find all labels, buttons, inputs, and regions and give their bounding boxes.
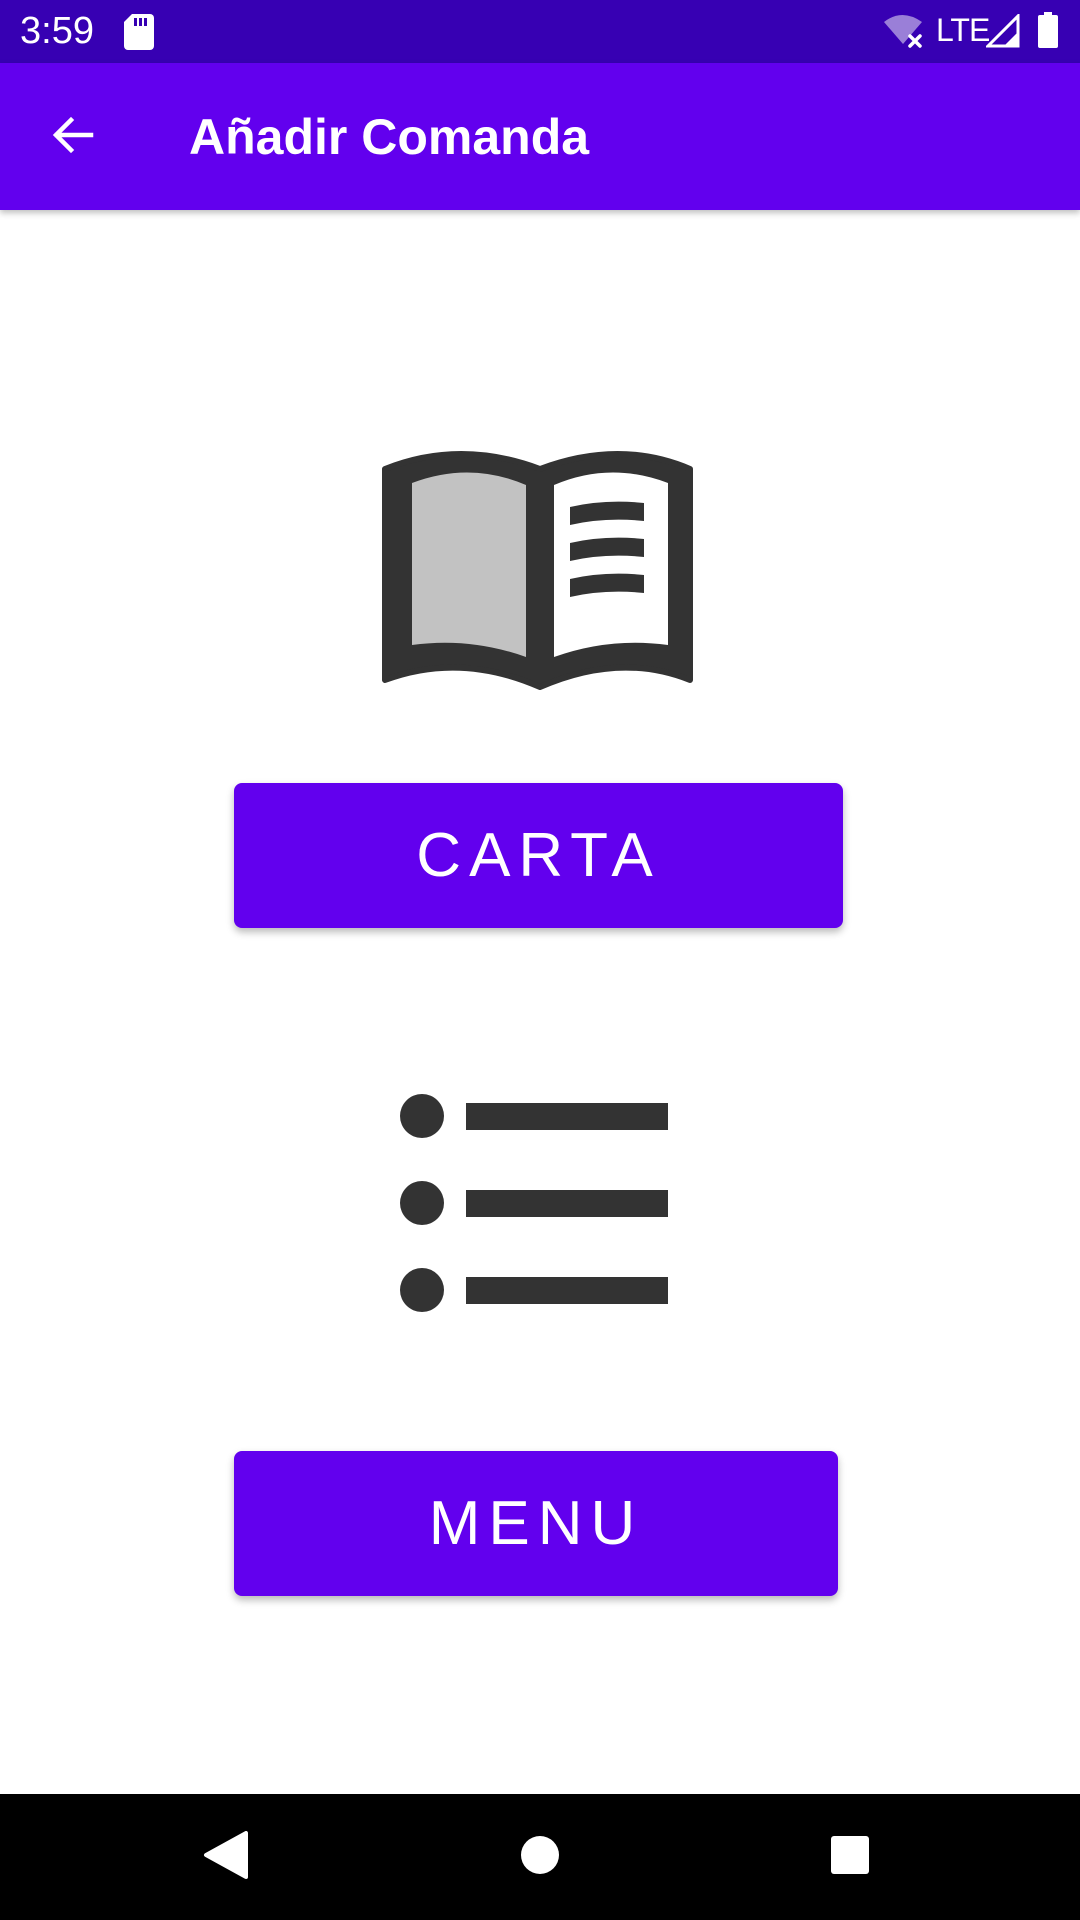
nav-recents-button[interactable] xyxy=(815,1822,885,1892)
app-bar: Añadir Comanda xyxy=(0,63,1080,210)
sd-card-icon xyxy=(124,14,154,50)
menu-button[interactable]: MENU xyxy=(234,1451,838,1596)
nav-home-icon xyxy=(519,1834,561,1881)
page-title: Añadir Comanda xyxy=(189,109,590,165)
nav-back-button[interactable] xyxy=(190,1822,260,1892)
status-bar: 3:59 LTE xyxy=(0,0,1080,63)
open-book-icon xyxy=(380,447,700,692)
arrow-back-icon xyxy=(49,111,97,164)
status-time: 3:59 xyxy=(20,10,94,52)
carta-button[interactable]: CARTA xyxy=(234,783,843,928)
signal-icon xyxy=(984,12,1020,48)
system-nav-bar xyxy=(0,1794,1080,1920)
battery-icon xyxy=(1038,12,1058,48)
bullet-list-icon xyxy=(398,1094,672,1314)
nav-recents-icon xyxy=(829,1834,871,1881)
network-type-label: LTE xyxy=(936,12,990,48)
nav-back-icon xyxy=(202,1830,248,1884)
back-button[interactable] xyxy=(30,101,116,173)
nav-home-button[interactable] xyxy=(505,1822,575,1892)
wifi-off-icon xyxy=(884,14,926,48)
